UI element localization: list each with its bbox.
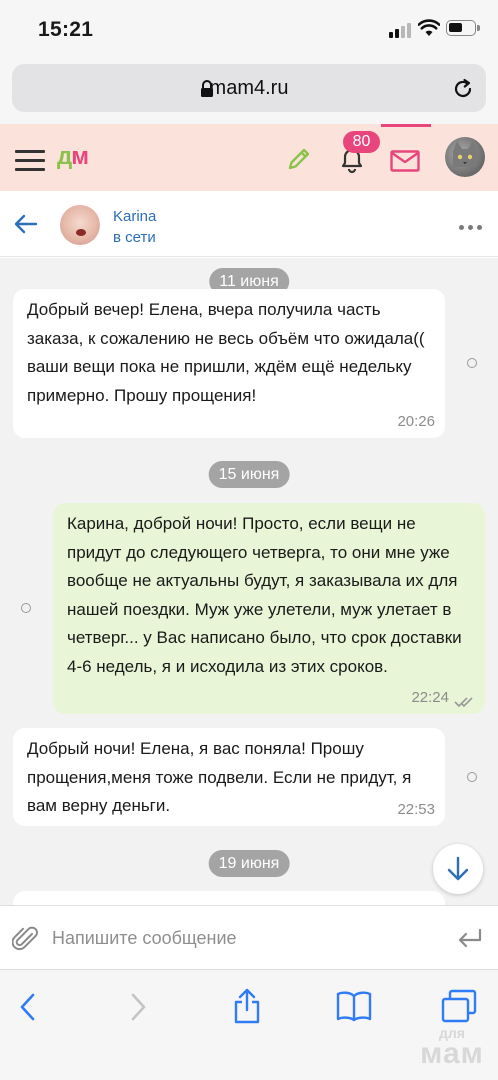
send-icon[interactable] [456,928,484,950]
site-logo[interactable]: дм [57,143,89,171]
incoming-message[interactable]: Добрый вечер! Елена, вчера получила част… [13,289,445,438]
site-header: дм 80 [0,124,498,191]
reload-icon[interactable] [452,78,474,100]
read-checkmarks-icon [454,697,473,708]
chat-header: Karina в сети [0,191,498,257]
incoming-message[interactable] [13,891,445,905]
date-separator: 15 июня [208,461,290,488]
compose-bar [0,905,498,969]
back-arrow-icon[interactable] [14,214,38,234]
browser-back-icon[interactable] [18,993,38,1021]
message-text: Добрый ночи! Елена, я вас поняла! Прошу … [27,739,412,815]
browser-toolbar: для мам [0,969,498,1080]
tabs-icon[interactable] [441,989,477,1023]
chat-messages-area[interactable]: 11 июня Добрый вечер! Елена, вчера получ… [0,258,498,905]
bookmarks-icon[interactable] [336,990,372,1022]
message-text: Карина, доброй ночи! Просто, если вещи н… [67,514,462,676]
hamburger-menu-icon[interactable] [15,150,45,172]
pencil-icon[interactable] [286,146,312,172]
wifi-icon [418,19,440,36]
arrow-down-icon [447,856,469,881]
message-status-dot [467,772,477,782]
contact-avatar[interactable] [60,205,100,245]
paperclip-icon[interactable] [12,926,40,952]
browser-forward-icon[interactable] [128,993,148,1021]
cellular-signal-icon [389,22,413,38]
message-status-dot [467,358,477,368]
contact-online-status: в сети [113,229,156,246]
message-time: 22:53 [397,800,435,818]
watermark-logo: для мам [420,1025,484,1070]
share-icon[interactable] [232,988,262,1024]
browser-address-area: mam4.ru [0,60,498,124]
message-time: 22:24 [411,688,449,706]
url-text: mam4.ru [209,77,289,99]
battery-icon [446,20,480,36]
incoming-message[interactable]: Добрый ночи! Елена, я вас поняла! Прошу … [13,728,445,826]
status-time: 15:21 [38,18,94,41]
message-time: 20:26 [397,412,435,430]
address-bar[interactable]: mam4.ru [12,64,486,112]
outgoing-message[interactable]: Карина, доброй ночи! Просто, если вещи н… [53,503,485,714]
message-status-dot [21,603,31,613]
mail-icon [390,150,420,172]
message-input[interactable] [52,923,442,953]
notification-count-badge: 80 [343,131,380,153]
messages-tab[interactable] [381,124,431,191]
message-text: Добрый вечер! Елена, вчера получила част… [27,300,425,405]
date-separator: 19 июня [208,850,290,877]
status-bar: 15:21 [0,0,498,60]
scroll-to-bottom-button[interactable] [433,844,483,894]
contact-name[interactable]: Karina [113,208,156,225]
user-avatar[interactable] [445,137,485,177]
